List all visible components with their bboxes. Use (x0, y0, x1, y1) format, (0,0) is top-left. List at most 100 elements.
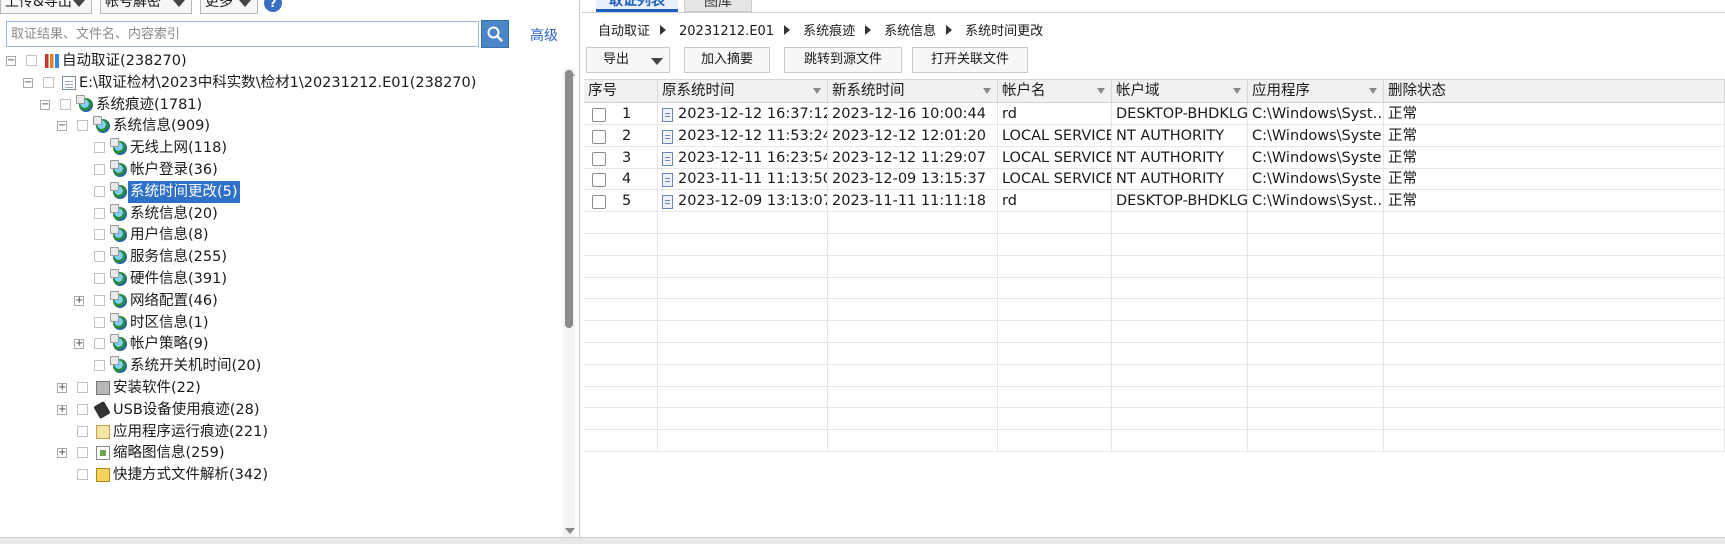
row-checkbox[interactable] (592, 129, 606, 144)
filter-icon[interactable] (1233, 88, 1241, 94)
row-checkbox[interactable] (592, 108, 606, 122)
tree-node-checkbox[interactable] (77, 425, 88, 437)
tree-node-checkbox[interactable] (77, 447, 88, 459)
tree-node-checkbox[interactable] (77, 403, 88, 415)
tree-node-label: 系统开关机时间(20) (130, 358, 262, 375)
table-row[interactable]: 1 2023-12-12 16:37:12 2023-12-16 10:00:44 r… (584, 103, 1725, 125)
breadcrumb-item[interactable]: 系统痕迹 (803, 20, 855, 39)
help-icon[interactable]: ? (264, 0, 282, 12)
filter-icon[interactable] (813, 88, 821, 94)
breadcrumb-item[interactable]: 20231212.E01 (679, 24, 774, 39)
table-row[interactable]: 5 2023-12-09 13:13:07 2023-11-11 11:11:18 r… (584, 190, 1725, 213)
chevron-down-icon (73, 0, 85, 7)
tree-node-label: 系统信息(909) (113, 118, 210, 135)
column-header[interactable]: 帐户域 (1112, 80, 1248, 103)
tree-node-checkbox[interactable] (94, 273, 105, 284)
open-related-file-button[interactable]: 打开关联文件 (912, 47, 1028, 73)
tree-node[interactable]: 系统开关机时间(20) (0, 355, 560, 377)
breadcrumb-item[interactable]: 自动取证 (598, 20, 650, 39)
tree-node-checkbox[interactable] (26, 55, 37, 66)
filter-icon[interactable] (983, 88, 991, 94)
tree-node[interactable]: 应用程序运行痕迹(221) (0, 421, 560, 443)
document-icon (62, 75, 76, 90)
filter-icon[interactable] (1369, 88, 1377, 94)
tree-node[interactable]: + 网络配置(46) (0, 290, 560, 312)
tree-node[interactable]: + 缩略图信息(259) (0, 442, 560, 464)
breadcrumb-item[interactable]: 系统信息 (884, 20, 936, 39)
table-row[interactable]: 2 2023-12-12 11:53:24 2023-12-12 12:01:20 L… (584, 124, 1725, 147)
tree-node-checkbox[interactable] (94, 338, 105, 350)
add-summary-button[interactable]: 加入摘要 (684, 47, 770, 73)
tree-node[interactable]: − 系统痕迹(1781) (0, 94, 560, 116)
tree-node[interactable]: 系统信息(20) (0, 203, 560, 225)
jump-to-source-button[interactable]: 跳转到源文件 (784, 47, 902, 73)
collapse-icon[interactable]: − (40, 99, 50, 110)
tree-node[interactable]: 帐户登录(36) (0, 159, 560, 181)
tree-node[interactable]: + 帐户策略(9) (0, 333, 560, 355)
tree-node[interactable]: + 安装软件(22) (0, 377, 560, 399)
row-checkbox[interactable] (592, 151, 606, 166)
tree-node[interactable]: − 系统信息(909) (0, 115, 560, 137)
table-cell-app (1248, 212, 1384, 234)
tree-scrollbar[interactable] (563, 68, 575, 538)
expand-icon[interactable]: + (74, 339, 84, 350)
filter-icon[interactable] (1097, 88, 1105, 94)
tree-node[interactable]: − E:\取证检材\2023中科实数\检材1\20231212.E01(23827… (0, 72, 560, 94)
export-button[interactable]: 导出 (586, 47, 670, 73)
account-decrypt-dropdown[interactable]: 帐号解密 (100, 0, 192, 14)
row-checkbox[interactable] (592, 173, 606, 188)
column-header[interactable]: 原系统时间 (658, 80, 828, 103)
advanced-search-link[interactable]: 高级 (530, 25, 558, 45)
tree-node-checkbox[interactable] (94, 185, 105, 197)
search-input[interactable] (6, 21, 479, 47)
tree-node[interactable]: + USB设备使用痕迹(28) (0, 399, 560, 421)
tree-node[interactable]: 时区信息(1) (0, 312, 560, 334)
table-row[interactable]: 4 2023-11-11 11:13:50 2023-12-09 13:15:37 L… (584, 168, 1725, 191)
tree-node[interactable]: 快捷方式文件解析(342) (0, 464, 560, 486)
tab-evidence-list[interactable]: 取证列表 (596, 0, 678, 12)
tree-node[interactable]: 用户信息(8) (0, 224, 560, 246)
table-row[interactable]: 3 2023-12-11 16:23:54 2023-12-12 11:29:07 L… (584, 146, 1725, 169)
column-header[interactable]: 删除状态 (1384, 80, 1725, 103)
scroll-down-icon[interactable] (565, 528, 575, 534)
tree-node[interactable]: 系统时间更改(5) (0, 180, 560, 203)
expand-icon[interactable]: + (57, 404, 67, 415)
tree-node-checkbox[interactable] (94, 229, 105, 241)
tree-node-checkbox[interactable] (94, 251, 105, 263)
tree-node-checkbox[interactable] (43, 76, 54, 88)
column-header[interactable]: 序号 (584, 80, 658, 103)
tree-node-checkbox[interactable] (94, 142, 105, 154)
collapse-icon[interactable]: − (23, 77, 33, 88)
column-header[interactable]: 应用程序 (1248, 80, 1384, 103)
expand-icon[interactable]: + (57, 448, 67, 459)
tree-node[interactable]: 硬件信息(391) (0, 268, 560, 290)
tree-node[interactable]: − 自动取证(238270) (0, 50, 560, 72)
scrollbar-thumb[interactable] (565, 70, 573, 328)
tree-node-checkbox[interactable] (94, 316, 105, 328)
globe-icon (76, 94, 93, 112)
expand-icon[interactable]: + (57, 383, 67, 393)
empty-table-row (584, 342, 1725, 365)
table-cell-no (584, 364, 658, 387)
column-header[interactable]: 帐户名 (998, 80, 1112, 103)
expand-icon[interactable]: + (74, 295, 84, 306)
search-button[interactable] (481, 20, 509, 48)
tree-node-checkbox[interactable] (94, 360, 105, 372)
column-header-label: 原系统时间 (662, 83, 735, 99)
collapse-icon[interactable]: − (57, 121, 67, 132)
collapse-icon[interactable]: − (6, 56, 16, 66)
more-dropdown[interactable]: 更多 (200, 0, 258, 14)
tree-node-checkbox[interactable] (77, 469, 88, 481)
tab-gallery[interactable]: 图库 (684, 0, 752, 12)
upload-export-dropdown[interactable]: 上传&导出 (0, 0, 92, 14)
tree-node[interactable]: 无线上网(118) (0, 137, 560, 159)
row-checkbox[interactable] (592, 195, 606, 210)
tree-node-checkbox[interactable] (94, 294, 105, 306)
column-header[interactable]: 新系统时间 (828, 80, 998, 103)
tree-node-checkbox[interactable] (94, 164, 105, 175)
tree-node-checkbox[interactable] (77, 382, 88, 393)
tree-node[interactable]: 服务信息(255) (0, 246, 560, 268)
tree-node-checkbox[interactable] (94, 207, 105, 219)
tree-node-checkbox[interactable] (77, 120, 88, 132)
tree-node-checkbox[interactable] (60, 98, 71, 110)
